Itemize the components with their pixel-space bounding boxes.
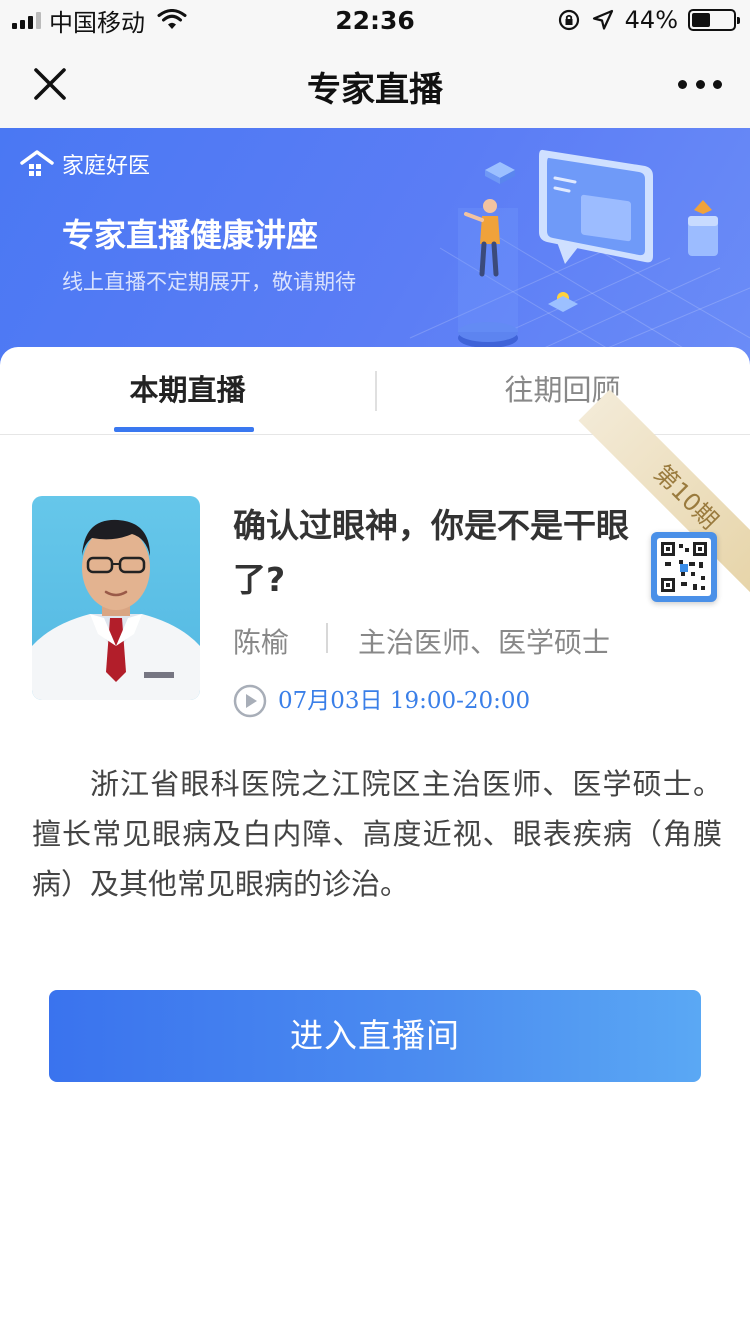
doctor-photo bbox=[32, 496, 200, 700]
doctor-description: 浙江省眼科医院之江院区主治医师、医学硕士。 擅长常见眼病及白内障、高度近视、眼表… bbox=[32, 767, 722, 901]
banner-subtitle: 线上直播不定期展开，敬请期待 bbox=[62, 270, 356, 294]
active-tab-indicator bbox=[114, 427, 254, 432]
location-arrow-icon bbox=[592, 9, 613, 30]
play-icon bbox=[233, 684, 267, 718]
doctor-name: 陈榆 bbox=[233, 626, 290, 659]
nav-bar: 专家直播 bbox=[0, 40, 750, 128]
battery-icon bbox=[688, 9, 740, 31]
status-bar: 中国移动 22:36 44% bbox=[0, 0, 750, 40]
more-icon[interactable] bbox=[678, 70, 722, 98]
house-logo-icon bbox=[20, 150, 54, 176]
qr-code-icon[interactable] bbox=[651, 532, 717, 602]
tab-past-review[interactable]: 往期回顾 bbox=[375, 347, 750, 435]
qr-pattern-icon bbox=[661, 542, 707, 592]
tab-current-live[interactable]: 本期直播 bbox=[0, 347, 375, 435]
brand-logo: 家庭好医 bbox=[20, 148, 150, 180]
broadcast-time: 07月03日 19:00-20:00 bbox=[278, 688, 531, 714]
battery-percent: 44% bbox=[624, 6, 678, 34]
content-card: 本期直播 往期回顾 第10期 确认过眼神，你是不是干眼了? 陈榆 主治医师、医学… bbox=[0, 347, 750, 1334]
brand-logo-text: 家庭好医 bbox=[62, 154, 151, 179]
enter-live-room-button[interactable]: 进入直播间 bbox=[49, 990, 701, 1082]
orientation-lock-icon bbox=[558, 9, 579, 31]
doctor-title: 主治医师、医学硕士 bbox=[358, 626, 611, 659]
name-divider bbox=[326, 623, 328, 653]
banner: 家庭好医 专家直播健康讲座 线上直播不定期展开，敬请期待 bbox=[0, 128, 750, 368]
banner-illustration bbox=[409, 149, 750, 368]
lecture-title: 确认过眼神，你是不是干眼了? bbox=[233, 506, 629, 599]
banner-title: 专家直播健康讲座 bbox=[62, 216, 319, 254]
doctor-portrait-icon bbox=[32, 519, 200, 700]
battery-level bbox=[692, 13, 710, 27]
page-title: 专家直播 bbox=[307, 70, 443, 110]
status-right: 44% bbox=[557, 6, 740, 34]
